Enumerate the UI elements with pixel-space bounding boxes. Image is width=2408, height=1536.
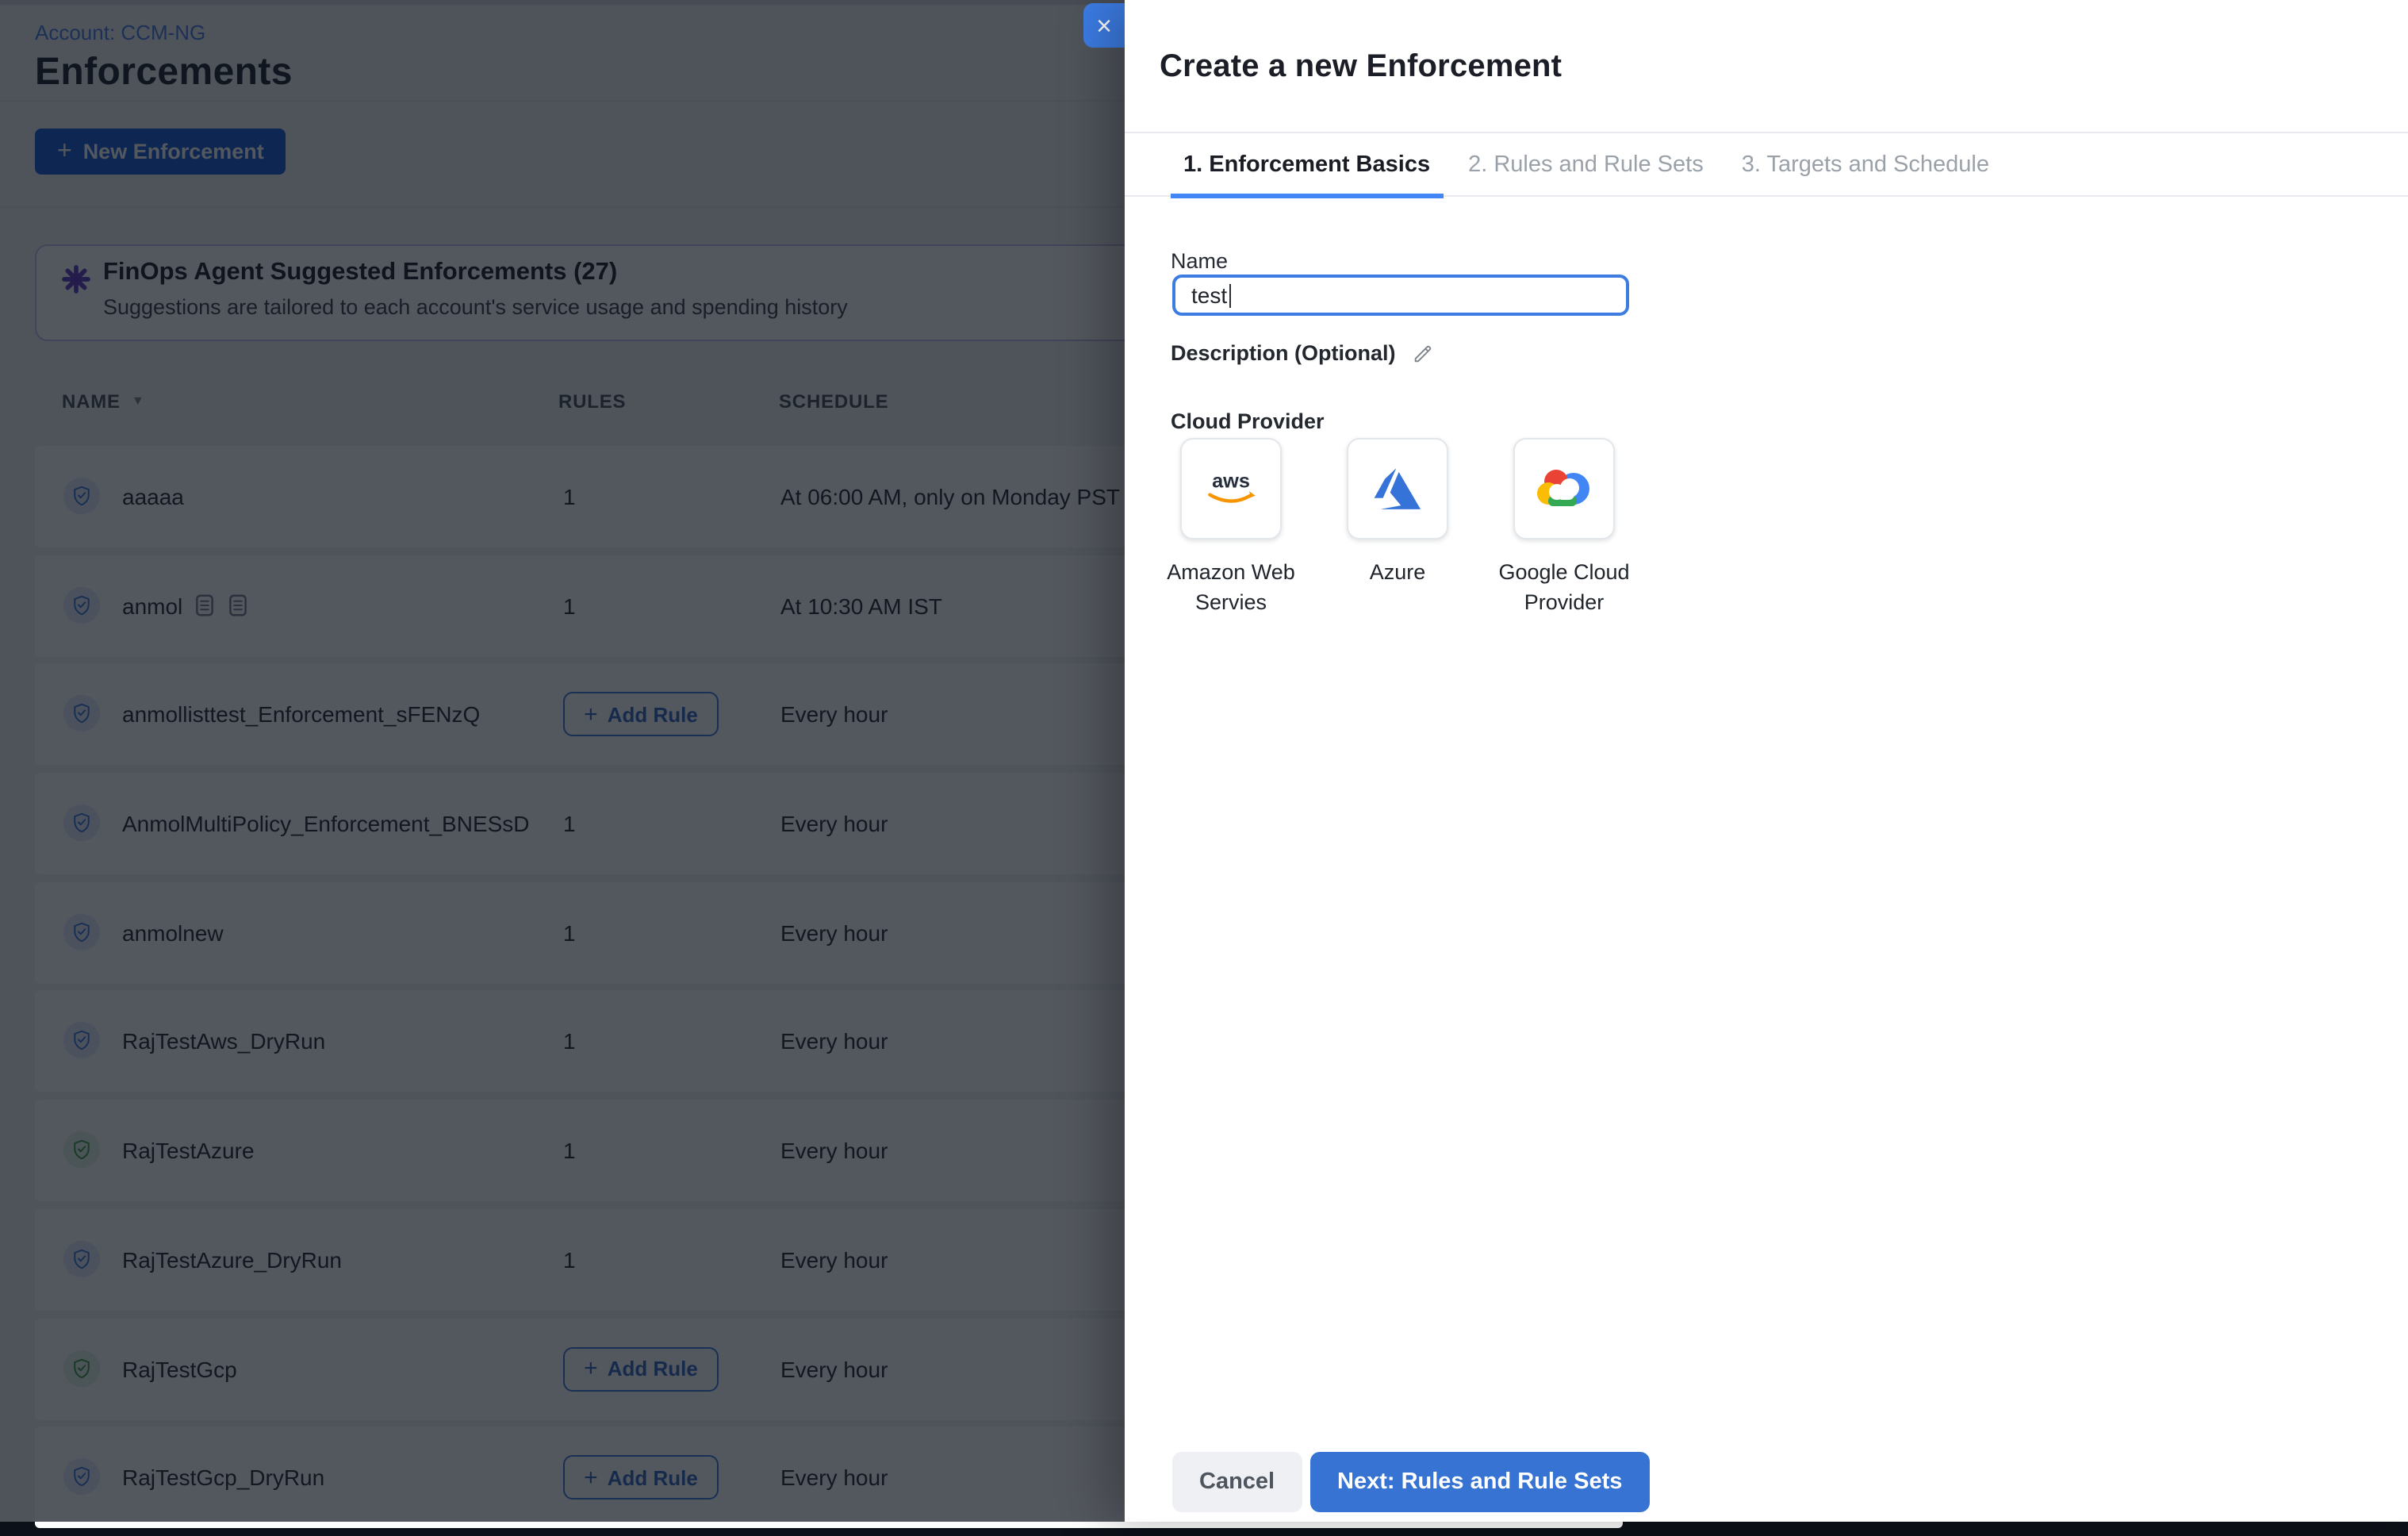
edit-pencil-icon[interactable] [1412,342,1434,364]
google-cloud-logo-icon [1536,467,1593,511]
wizard-tabs: 1. Enforcement Basics 2. Rules and Rule … [1125,132,2408,197]
azure-logo-icon [1372,467,1423,511]
close-icon: × [1096,12,1112,39]
provider-label: Amazon Web Servies [1155,557,1307,617]
cancel-button[interactable]: Cancel [1172,1452,1302,1512]
cloud-provider-label: Cloud Provider [1171,409,1325,433]
create-enforcement-drawer: Create a new Enforcement 1. Enforcement … [1125,0,2408,1522]
provider-option-gcp[interactable]: Google Cloud Provider [1488,438,1640,617]
provider-label: Google Cloud Provider [1488,557,1640,617]
next-rules-button[interactable]: Next: Rules and Rule Sets [1310,1452,1649,1512]
close-drawer-button[interactable]: × [1083,3,1125,48]
azure-card[interactable] [1347,438,1448,540]
name-label: Name [1171,249,1228,273]
description-label: Description (Optional) [1171,341,1396,365]
name-input[interactable]: test [1172,275,1629,316]
text-caret [1229,283,1231,307]
provider-label: Azure [1370,557,1426,587]
aws-card[interactable]: aws [1180,438,1282,540]
tab-enforcement-basics[interactable]: 1. Enforcement Basics [1171,133,1443,195]
gcp-card[interactable] [1513,438,1615,540]
tab-rules-and-rule-sets[interactable]: 2. Rules and Rule Sets [1455,133,1716,195]
svg-text:aws: aws [1212,470,1250,493]
cloud-provider-options: aws Amazon Web Servies Azure [1155,438,1655,617]
drawer-title: Create a new Enforcement [1160,49,1562,86]
provider-option-azure[interactable]: Azure [1321,438,1474,617]
provider-option-aws[interactable]: aws Amazon Web Servies [1155,438,1307,617]
name-input-value: test [1191,282,1227,308]
aws-logo-icon: aws [1201,467,1261,511]
tab-targets-and-schedule[interactable]: 3. Targets and Schedule [1729,133,2002,195]
